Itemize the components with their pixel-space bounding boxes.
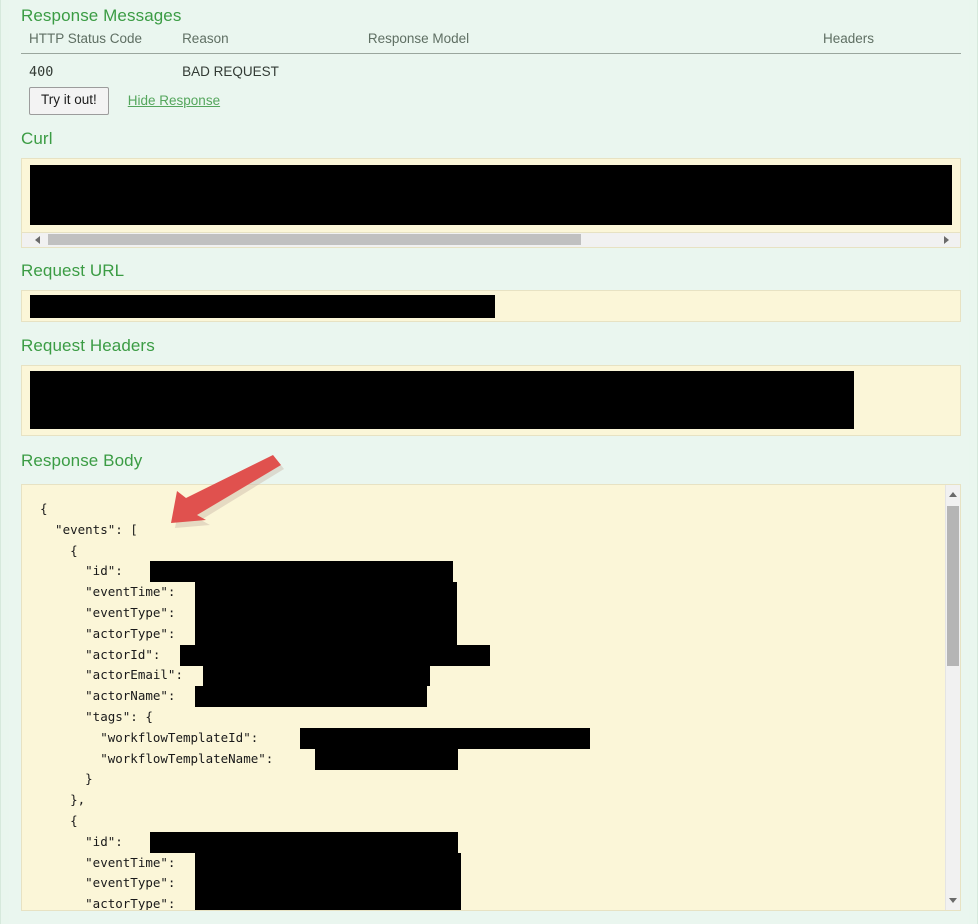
json-redaction-bar — [180, 645, 490, 666]
json-line: "workflowTemplateId": — [40, 728, 960, 749]
json-redaction-bar — [195, 853, 461, 874]
response-body-json: { "events": [ { "id": "eventTime": "even… — [22, 485, 960, 911]
request-url-title: Request URL — [21, 261, 124, 281]
json-line-text: "actorName": — [40, 688, 183, 703]
json-line-text: "events": [ — [40, 522, 138, 537]
json-redaction-bar — [195, 686, 427, 707]
json-line: "id": — [40, 832, 960, 853]
table-row: 400 BAD REQUEST — [21, 54, 961, 87]
json-line: "events": [ — [40, 520, 960, 541]
json-redaction-bar — [315, 749, 458, 770]
scroll-left-arrow-icon[interactable] — [35, 236, 40, 244]
json-line-text: "eventTime": — [40, 584, 183, 599]
response-body-vertical-scrollbar[interactable] — [945, 485, 960, 910]
json-redaction-bar — [195, 894, 461, 911]
json-line-text: } — [40, 771, 93, 786]
json-line-text: { — [40, 813, 78, 828]
column-header-response-model: Response Model — [360, 31, 815, 54]
action-row: Try it out! Hide Response — [29, 87, 220, 115]
json-line-text: "tags": { — [40, 709, 153, 724]
json-line-text: "actorId": — [40, 647, 168, 662]
json-line: "actorType": — [40, 894, 960, 911]
json-line-text: "eventType": — [40, 605, 183, 620]
json-line: "id": — [40, 561, 960, 582]
json-redaction-bar — [150, 561, 453, 582]
json-line-text: "actorType": — [40, 896, 183, 911]
curl-code-block — [21, 158, 961, 233]
json-line-text: { — [40, 543, 78, 558]
cell-reason: BAD REQUEST — [174, 54, 360, 87]
json-line-text: "workflowTemplateId": — [40, 730, 266, 745]
request-url-block — [21, 290, 961, 322]
json-line: "eventType": — [40, 873, 960, 894]
response-body-scrollbar-thumb[interactable] — [947, 506, 959, 666]
response-body-block: { "events": [ { "id": "eventTime": "even… — [21, 484, 961, 911]
column-header-reason: Reason — [174, 31, 360, 54]
curl-redaction-bar — [30, 165, 952, 225]
response-messages-title: Response Messages — [21, 6, 181, 26]
request-headers-block — [21, 365, 961, 436]
json-line: "workflowTemplateName": — [40, 749, 960, 770]
scroll-up-arrow-icon[interactable] — [949, 492, 957, 497]
curl-title: Curl — [21, 129, 53, 149]
json-line: "tags": { — [40, 707, 960, 728]
json-redaction-bar — [195, 603, 457, 624]
request-url-redaction-bar — [30, 295, 495, 318]
json-line-text: "eventType": — [40, 875, 183, 890]
cell-headers — [815, 54, 961, 87]
scroll-down-arrow-icon[interactable] — [949, 898, 957, 903]
scroll-right-arrow-icon[interactable] — [944, 236, 949, 244]
hide-response-link[interactable]: Hide Response — [128, 93, 220, 108]
json-redaction-bar — [150, 832, 458, 853]
json-line: "eventType": — [40, 603, 960, 624]
json-line-text: { — [40, 501, 48, 516]
json-line-text: }, — [40, 792, 85, 807]
cell-response-model — [360, 54, 815, 87]
json-line: { — [40, 499, 960, 520]
json-redaction-bar — [195, 624, 457, 645]
json-line: { — [40, 811, 960, 832]
json-redaction-bar — [195, 582, 457, 603]
cell-http-status-code: 400 — [21, 54, 174, 87]
curl-horizontal-scrollbar[interactable] — [21, 233, 961, 248]
json-line-text: "eventTime": — [40, 855, 183, 870]
response-messages-table: HTTP Status Code Reason Response Model H… — [21, 31, 961, 86]
json-redaction-bar — [195, 873, 461, 894]
table-header-row: HTTP Status Code Reason Response Model H… — [21, 31, 961, 54]
column-header-http-status-code: HTTP Status Code — [21, 31, 174, 54]
json-redaction-bar — [300, 728, 590, 749]
json-line: "actorEmail": — [40, 665, 960, 686]
json-line: }, — [40, 790, 960, 811]
json-redaction-bar — [203, 665, 430, 686]
try-it-out-button[interactable]: Try it out! — [29, 87, 109, 115]
json-line: "eventTime": — [40, 853, 960, 874]
column-header-headers: Headers — [815, 31, 961, 54]
response-body-title: Response Body — [21, 451, 142, 471]
json-line: "actorType": — [40, 624, 960, 645]
json-line-text: "id": — [40, 563, 130, 578]
json-line: { — [40, 541, 960, 562]
panel-inner: Response Messages HTTP Status Code Reaso… — [9, 0, 969, 924]
json-line-text: "id": — [40, 834, 130, 849]
json-line-text: "actorType": — [40, 626, 183, 641]
json-line: "actorId": — [40, 645, 960, 666]
request-headers-title: Request Headers — [21, 336, 155, 356]
request-headers-redaction-bar — [30, 371, 854, 429]
swagger-response-panel: Response Messages HTTP Status Code Reaso… — [0, 0, 978, 924]
json-line: "actorName": — [40, 686, 960, 707]
curl-scrollbar-thumb[interactable] — [48, 234, 581, 245]
json-line-text: "workflowTemplateName": — [40, 751, 281, 766]
json-line: } — [40, 769, 960, 790]
json-line-text: "actorEmail": — [40, 667, 191, 682]
json-line: "eventTime": — [40, 582, 960, 603]
